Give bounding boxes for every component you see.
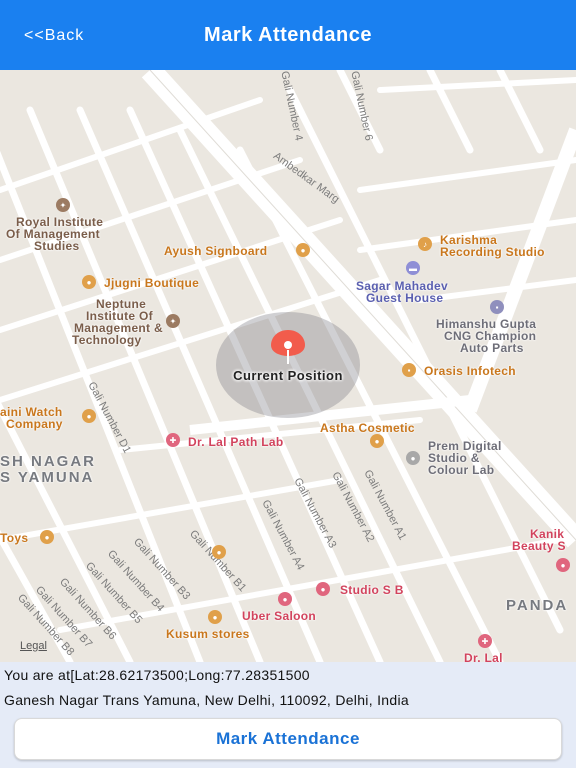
poi-label: Beauty S xyxy=(512,539,566,553)
photo-icon: ● xyxy=(406,451,420,465)
boutique-icon: ● xyxy=(82,275,96,289)
poi-label: Ayush Signboard xyxy=(164,244,268,258)
shop-icon: ● xyxy=(296,243,310,257)
studio-icon: ● xyxy=(316,582,330,596)
navigation-bar: <<Back Mark Attendance xyxy=(0,0,576,70)
cosmetic-icon: ● xyxy=(370,434,384,448)
store-icon: ● xyxy=(212,545,226,559)
watch-icon: ● xyxy=(82,409,96,423)
poi-label: Studies xyxy=(34,239,80,253)
poi-label: Uber Saloon xyxy=(242,609,316,623)
lab-icon: ✚ xyxy=(166,433,180,447)
office-icon: ▪ xyxy=(402,363,416,377)
location-pin-icon[interactable] xyxy=(267,328,309,368)
beauty-icon: ● xyxy=(556,558,570,572)
school-icon: ✦ xyxy=(166,314,180,328)
music-icon: ♪ xyxy=(418,237,432,251)
poi-label: Recording Studio xyxy=(440,245,545,259)
poi-label: Toys xyxy=(0,531,29,545)
poi-label: Dr. Lal Path Lab xyxy=(188,435,284,449)
poi-label: Company xyxy=(6,417,63,431)
car-icon: ▪ xyxy=(490,300,504,314)
hotel-icon: ▬ xyxy=(406,261,420,275)
poi-label: Colour Lab xyxy=(428,463,495,477)
salon-icon: ● xyxy=(278,592,292,606)
area-label: SH NAGAR xyxy=(0,453,97,470)
current-position-label: Current Position xyxy=(233,368,343,383)
poi-label: Guest House xyxy=(366,291,444,305)
store-icon: ● xyxy=(208,610,222,624)
poi-label: Astha Cosmetic xyxy=(320,421,415,435)
area-label: S YAMUNA xyxy=(0,469,95,486)
lab-icon: ✚ xyxy=(478,634,492,648)
legal-link[interactable]: Legal xyxy=(20,640,47,652)
mark-attendance-button[interactable]: Mark Attendance xyxy=(14,718,562,760)
coordinates-text: You are at[Lat:28.62173500;Long:77.28351… xyxy=(4,667,310,683)
poi-label: Studio S B xyxy=(340,583,404,597)
poi-label: Kusum stores xyxy=(166,627,250,641)
page-title: Mark Attendance xyxy=(204,24,372,46)
poi-label: Orasis Infotech xyxy=(424,364,516,378)
school-icon: ✦ xyxy=(56,198,70,212)
poi-label: Jjugni Boutique xyxy=(104,276,200,290)
area-label: PANDA xyxy=(506,597,569,614)
address-text: Ganesh Nagar Trans Yamuna, New Delhi, 11… xyxy=(4,692,409,708)
poi-label: Auto Parts xyxy=(460,341,524,355)
poi-label: Dr. Lal xyxy=(464,651,503,662)
poi-label: Technology xyxy=(72,333,142,347)
toy-icon: ● xyxy=(40,530,54,544)
